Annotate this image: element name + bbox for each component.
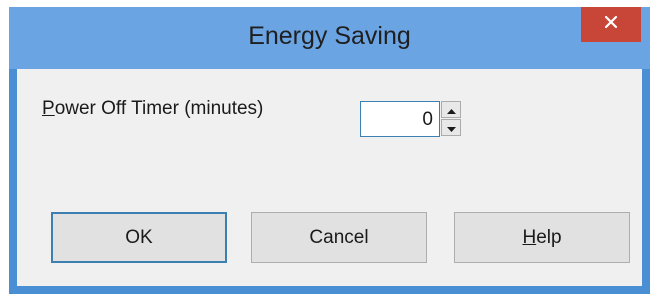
help-button[interactable]: Help: [454, 212, 630, 263]
title-bar[interactable]: Energy Saving: [9, 7, 650, 69]
accelerator-key: P: [42, 98, 55, 119]
power-off-timer-input[interactable]: 0: [360, 101, 440, 137]
chevron-up-icon: [446, 101, 456, 119]
label-text: ower Off Timer (minutes): [54, 98, 264, 119]
chevron-down-icon: [446, 119, 456, 137]
close-button[interactable]: [581, 7, 641, 42]
timer-stepper: [441, 101, 461, 137]
cancel-button[interactable]: Cancel: [251, 212, 427, 263]
help-label: elp: [536, 226, 562, 248]
dialog-body: Power Off Timer (minutes) 0 OK Cancel He…: [17, 69, 642, 286]
accelerator-key: H: [522, 226, 537, 248]
power-off-timer-label: Power Off Timer (minutes): [42, 98, 263, 120]
decrement-button[interactable]: [441, 119, 461, 136]
dialog-title: Energy Saving: [248, 22, 411, 50]
ok-button[interactable]: OK: [51, 212, 227, 263]
dialog-window: Energy Saving Power Off Timer (minutes) …: [9, 7, 650, 294]
increment-button[interactable]: [441, 101, 461, 118]
close-icon: [604, 15, 618, 34]
timer-value: 0: [422, 109, 433, 130]
